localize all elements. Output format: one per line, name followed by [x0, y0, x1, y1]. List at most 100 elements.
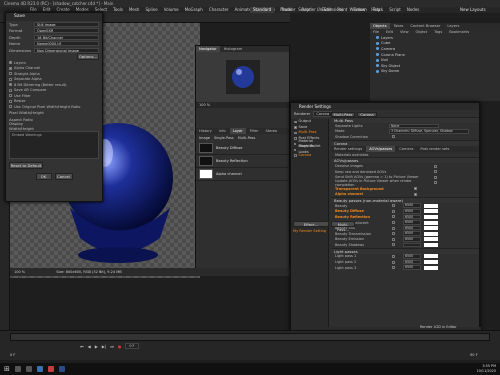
pass-value[interactable]: 6500	[403, 254, 421, 259]
current-frame-field[interactable]: 0 F	[125, 343, 139, 349]
om-menu-tags[interactable]: Tags	[431, 29, 445, 35]
nav-checkbox[interactable]	[294, 154, 297, 157]
checkbox[interactable]	[9, 88, 12, 92]
save-field-value[interactable]: Still Image	[34, 21, 99, 27]
checkbox[interactable]	[9, 83, 12, 87]
pass-value[interactable]: 6500	[403, 265, 421, 270]
pass-checkbox[interactable]	[392, 209, 395, 213]
materials-overrides-label[interactable]: Materials overrides	[331, 153, 389, 157]
pass-checkbox[interactable]	[392, 254, 395, 258]
om-menu-file[interactable]: File	[370, 29, 382, 35]
tab-histogram[interactable]: Histogram	[221, 46, 246, 52]
save-field-value[interactable]: Non Dimensional Image	[34, 47, 99, 53]
pass-value[interactable]: 6500	[403, 237, 421, 242]
pass-checkbox[interactable]	[392, 221, 395, 225]
layout-groom[interactable]: Groom	[353, 7, 366, 13]
pass-value[interactable]	[403, 242, 421, 248]
pass-value[interactable]: 6500	[403, 220, 421, 225]
multipass-tab-button[interactable]: Multi-Pass	[331, 111, 355, 117]
pass-checkbox[interactable]	[392, 215, 395, 219]
aov-checkbox[interactable]	[434, 175, 437, 179]
nav-checkbox[interactable]	[294, 126, 297, 129]
mode-select[interactable]: 3 Channels: Diffuse, Specular, Shadow	[389, 129, 469, 134]
pass-value[interactable]: 6500	[403, 231, 421, 236]
search-icon[interactable]	[14, 366, 21, 372]
layout-nodes[interactable]: Nodes	[407, 7, 420, 13]
ok-button[interactable]: OK	[35, 173, 52, 180]
pass-checkbox[interactable]	[392, 237, 395, 241]
om-menu-edit[interactable]: Edit	[383, 29, 396, 35]
corona-tab[interactable]: Post render sets	[417, 146, 452, 152]
pass-color-swatch[interactable]	[424, 226, 438, 231]
multipass-button[interactable]: Multi-Pass...	[331, 221, 355, 232]
effect-button[interactable]: Effect...	[293, 221, 329, 227]
corona-tab[interactable]: AOVs/passes	[366, 145, 396, 152]
cancel-button[interactable]: Cancel	[54, 173, 73, 180]
aov-checkbox[interactable]	[434, 181, 437, 185]
pass-value[interactable]: 6500	[403, 225, 421, 231]
save-field-value[interactable]: 16 Bit/Channel	[34, 34, 99, 40]
windows-start-icon[interactable]: ⊞	[4, 365, 10, 373]
pass-value[interactable]: 6500	[403, 259, 421, 265]
object-item[interactable]: Sky Dome	[370, 69, 500, 75]
checkbox[interactable]	[9, 77, 12, 81]
pass-color-swatch[interactable]	[424, 237, 438, 242]
aov-checkbox[interactable]	[434, 170, 437, 174]
save-field-value[interactable]: OpenEXR	[34, 28, 99, 34]
pass-checkbox[interactable]	[392, 266, 395, 270]
prev-frame-icon[interactable]: ◀	[88, 344, 91, 349]
tab-filter[interactable]: Filter	[247, 128, 262, 134]
timeline-ruler[interactable]	[10, 333, 490, 341]
checkbox[interactable]	[9, 61, 12, 65]
corona-tab[interactable]: Camera	[396, 146, 416, 152]
zoom-value[interactable]: 100 %	[199, 103, 210, 107]
layout-uv-edit[interactable]: UV Edit	[317, 7, 332, 13]
nav-checkbox[interactable]	[294, 142, 297, 146]
tab-info[interactable]: Info	[216, 128, 229, 134]
reset-default-button[interactable]: Reset to Default	[9, 162, 43, 169]
nav-checkbox[interactable]	[294, 148, 297, 152]
save-field-value[interactable]: Name0000.tif	[34, 41, 99, 47]
pass-color-swatch[interactable]	[424, 254, 438, 259]
new-layouts-button[interactable]: New Layouts	[460, 7, 486, 13]
om-menu-bookmarks[interactable]: Bookmarks	[446, 29, 472, 35]
play-icon[interactable]: ▶	[95, 344, 98, 349]
layer-item[interactable]: Beauty Diffuse	[196, 142, 289, 155]
layout-script[interactable]: Script	[389, 7, 401, 13]
pass-color-swatch[interactable]	[424, 203, 438, 208]
tab-history[interactable]: History	[196, 128, 215, 134]
checkbox[interactable]	[9, 72, 12, 76]
pass-color-swatch[interactable]	[424, 220, 438, 225]
aov-checkbox[interactable]	[434, 164, 437, 168]
pass-value[interactable]: 6500	[403, 214, 421, 220]
layout-sculpt[interactable]: Sculpt	[298, 7, 311, 13]
explorer-icon[interactable]	[36, 366, 43, 372]
pass-color-swatch[interactable]	[424, 265, 438, 270]
checkbox[interactable]	[9, 94, 12, 98]
shadow-correction-checkbox[interactable]	[392, 135, 395, 139]
pass-checkbox[interactable]	[392, 260, 395, 264]
om-menu-view[interactable]: View	[397, 29, 412, 35]
tab-stereo[interactable]: Stereo	[263, 128, 281, 134]
tab-navigator[interactable]: Navigator	[196, 46, 220, 52]
pass-color-swatch[interactable]	[424, 242, 438, 247]
embed-warnings-box[interactable]: Embed Warnings	[9, 131, 99, 159]
pass-checkbox[interactable]	[392, 204, 395, 208]
next-frame-icon[interactable]: ▶|	[102, 344, 106, 349]
corona-tab[interactable]: Render settings	[331, 146, 365, 152]
first-frame-icon[interactable]: ⏮	[80, 344, 84, 349]
pass-color-swatch[interactable]	[424, 214, 438, 219]
om-menu-object[interactable]: Object	[413, 29, 431, 35]
last-frame-icon[interactable]: ⏭	[110, 344, 114, 349]
checkbox[interactable]	[9, 105, 12, 109]
corona-tab-button[interactable]: Corona	[357, 111, 377, 117]
layout-track[interactable]: Track	[373, 7, 383, 13]
radio-image[interactable]: Image	[199, 136, 210, 140]
browser-icon[interactable]	[47, 366, 54, 372]
checkbox[interactable]	[9, 99, 12, 103]
options-button[interactable]: Options...	[77, 53, 99, 61]
pass-color-swatch[interactable]	[424, 231, 438, 236]
layer-item[interactable]: Alpha channel	[196, 168, 289, 181]
cinema4d-icon[interactable]	[58, 366, 65, 372]
radio-single-pass[interactable]: Single-Pass	[214, 136, 234, 140]
